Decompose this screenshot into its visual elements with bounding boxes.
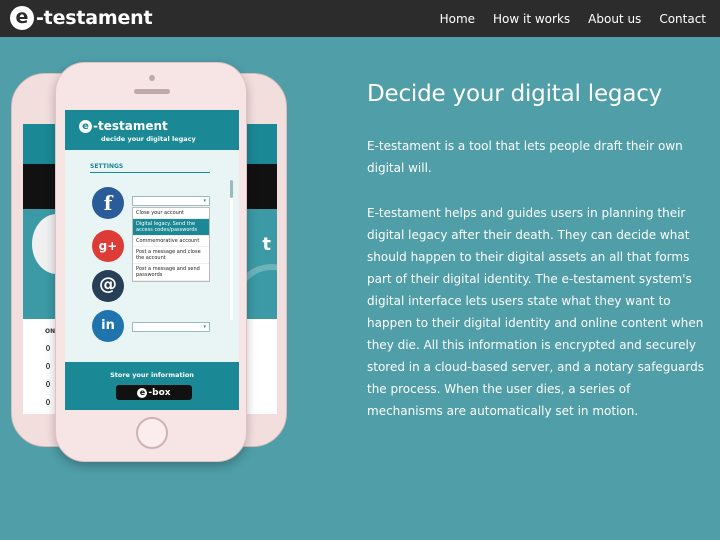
logo-text: -testament [36, 7, 153, 29]
nav-menu: Home How it works About us Contact [440, 0, 706, 37]
menu-item-digital-legacy[interactable]: Digital legacy. Send the access codes/pa… [133, 219, 209, 236]
at-email-icon[interactable]: @ [92, 270, 124, 302]
top-navbar: e -testament Home How it works About us … [0, 0, 720, 37]
chevron-down-icon: ▾ [203, 198, 206, 204]
page-title: Decide your digital legacy [367, 81, 663, 107]
phone-speaker [134, 89, 170, 94]
back-screen-letter: t [262, 234, 271, 255]
phone-camera [149, 75, 155, 81]
phone-home-button [136, 417, 168, 449]
settings-divider [90, 172, 210, 173]
action-dropdown-menu: Close your account Digital legacy. Send … [132, 207, 210, 282]
linkedin-icon[interactable]: in [92, 310, 124, 342]
phone-mockup-front: e -testament decide your digital legacy … [55, 62, 247, 462]
logo-e-icon: e [10, 6, 34, 30]
menu-item-post-passwords[interactable]: Post a message and send passwords [133, 264, 209, 281]
nav-contact-link[interactable]: Contact [659, 12, 706, 26]
settings-scrollbar[interactable] [230, 180, 233, 320]
nav-about-us-link[interactable]: About us [588, 12, 641, 26]
nav-home-link[interactable]: Home [440, 12, 475, 26]
linkedin-action-select[interactable]: ▾ [132, 322, 210, 332]
app-logo-e-icon: e [79, 119, 92, 133]
site-logo[interactable]: e -testament [10, 5, 153, 31]
app-footer: Store your information e -box [65, 362, 239, 410]
app-subtitle: decide your digital legacy [101, 135, 196, 143]
description-paragraph: E-testament helps and guides users in pl… [367, 206, 704, 418]
google-plus-icon[interactable]: g+ [92, 230, 124, 262]
ebox-label: -box [148, 387, 171, 398]
chevron-down-icon: ▾ [203, 324, 206, 330]
ebox-e-icon: e [137, 387, 148, 398]
scrollbar-thumb[interactable] [230, 180, 233, 198]
facebook-icon[interactable]: f [92, 187, 124, 219]
app-screen: e -testament decide your digital legacy … [65, 110, 239, 410]
ebox-button[interactable]: e -box [116, 385, 192, 400]
settings-heading: SETTINGS [90, 163, 124, 170]
app-header: e -testament decide your digital legacy [65, 110, 239, 150]
menu-item-post-close[interactable]: Post a message and close the account [133, 247, 209, 264]
menu-item-commemorative[interactable]: Commemorative account [133, 236, 209, 247]
app-logo: e -testament [79, 119, 168, 133]
store-info-label: Store your information [110, 371, 194, 379]
intro-paragraph: E-testament is a tool that lets people d… [367, 139, 683, 175]
app-logo-text: -testament [93, 119, 168, 133]
facebook-action-select[interactable]: ▾ [132, 196, 210, 206]
menu-item-close-account[interactable]: Close your account [133, 208, 209, 219]
nav-how-it-works-link[interactable]: How it works [493, 12, 570, 26]
